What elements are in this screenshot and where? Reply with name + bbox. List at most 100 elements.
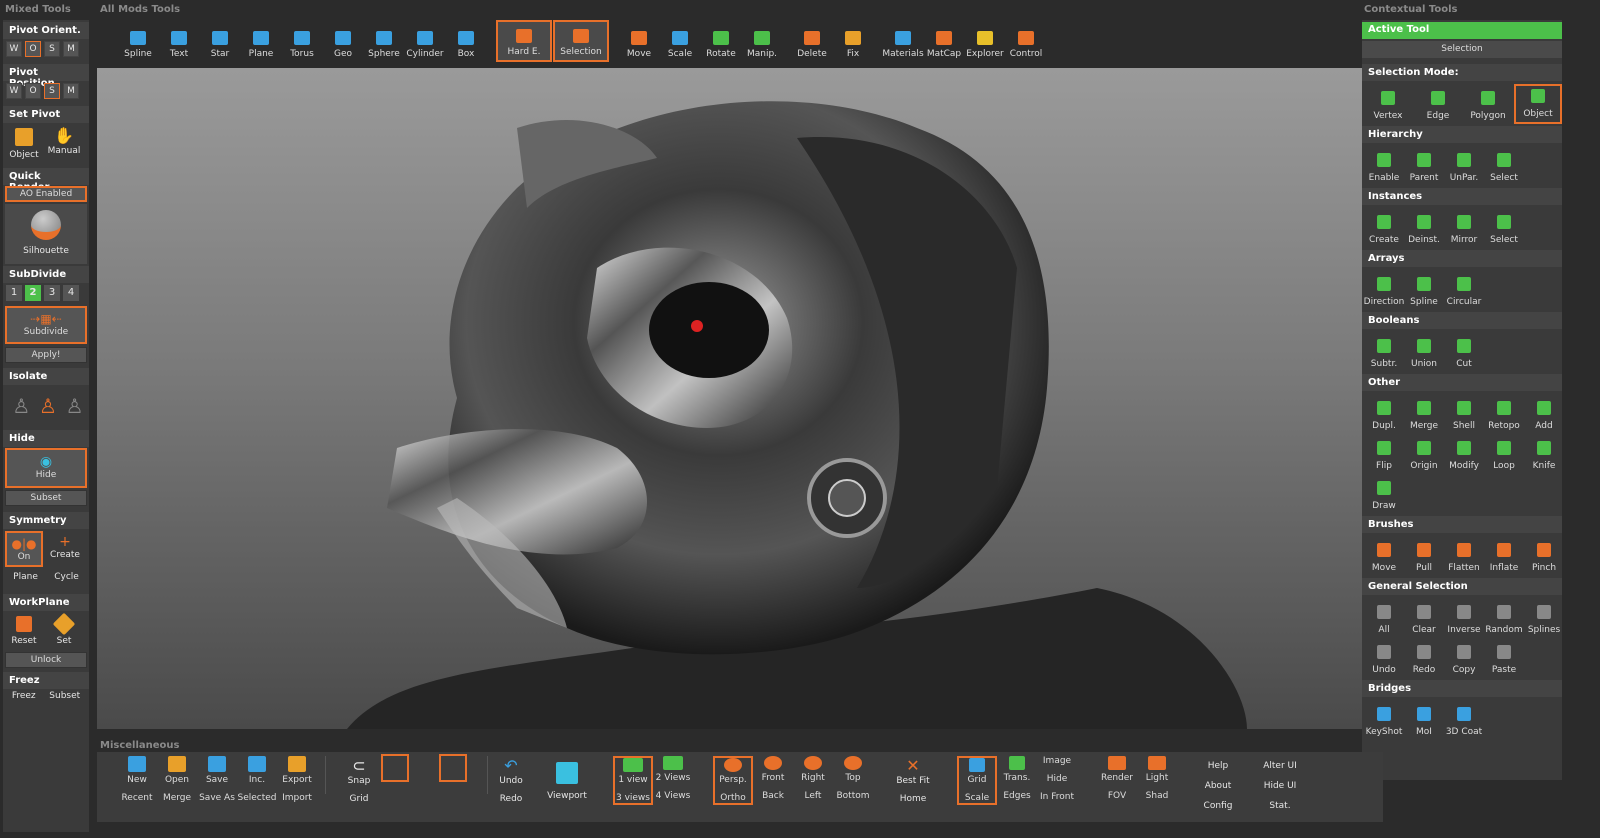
bridges-moi-button[interactable]: MoI	[1404, 700, 1444, 740]
other-flip-button[interactable]: Flip	[1364, 434, 1404, 474]
general-selection-paste-button[interactable]: Paste	[1484, 638, 1524, 678]
general-selection-all-button[interactable]: All	[1364, 598, 1404, 638]
pivot-orient-opt-m[interactable]: M	[63, 41, 79, 57]
file-export-button[interactable]: Export Import	[277, 756, 317, 803]
general-selection-clear-button[interactable]: Clear	[1404, 598, 1444, 638]
ao-enabled-toggle[interactable]: AO Enabled	[5, 186, 87, 202]
camera-front-button[interactable]: Front Back	[753, 756, 793, 801]
hard-e-tool-button[interactable]: Hard E.	[496, 20, 552, 62]
display-image-button[interactable]: Image Hide In Front	[1037, 756, 1077, 802]
hide-subset-button[interactable]: Subset	[5, 490, 87, 506]
apply-button[interactable]: Apply!	[5, 347, 87, 363]
render-bottom-button[interactable]: FOV	[1097, 791, 1137, 801]
3d-viewport[interactable]	[97, 68, 1383, 729]
undo-button[interactable]: ↶ Undo Redo	[491, 756, 531, 804]
config-button[interactable]: Config	[1197, 796, 1239, 816]
subdivide-level-2[interactable]: 2	[25, 285, 41, 301]
plane-tool-button[interactable]: Plane	[241, 20, 281, 62]
stat-button[interactable]: Stat.	[1257, 796, 1303, 816]
sphere-tool-button[interactable]: Sphere	[364, 20, 404, 62]
view-bottom-button[interactable]: 3 views	[615, 793, 651, 803]
instances-create-button[interactable]: Create	[1364, 208, 1404, 248]
display-bottom-button[interactable]: Scale	[959, 793, 995, 803]
pivot-position-opt-s[interactable]: S	[44, 83, 60, 99]
selection-mode-object-button[interactable]: Object	[1514, 84, 1562, 124]
file-open-button[interactable]: Open Merge	[157, 756, 197, 803]
snap-button[interactable]: ⊂ Snap Grid	[337, 756, 381, 814]
brushes-pinch-button[interactable]: Pinch	[1524, 536, 1564, 576]
display-trans-button[interactable]: Trans. Edges	[997, 756, 1037, 801]
display-grid-button[interactable]: Grid Scale	[957, 756, 997, 805]
help-button[interactable]: Help	[1197, 756, 1239, 776]
rotate-tool-button[interactable]: Rotate	[701, 20, 741, 62]
general-selection-inverse-button[interactable]: Inverse	[1444, 598, 1484, 638]
instances-mirror-button[interactable]: Mirror	[1444, 208, 1484, 248]
brushes-move-button[interactable]: Move	[1364, 536, 1404, 576]
subdivide-level-3[interactable]: 3	[44, 285, 60, 301]
file-import-button[interactable]: Import	[277, 793, 317, 803]
other-origin-button[interactable]: Origin	[1404, 434, 1444, 474]
cylinder-tool-button[interactable]: Cylinder	[405, 20, 445, 62]
camera-right-button[interactable]: Right Left	[793, 756, 833, 801]
camera-bottom-button[interactable]: Back	[753, 791, 793, 801]
subdivide-level-4[interactable]: 4	[63, 285, 79, 301]
alter-ui-button[interactable]: Alter UI	[1257, 756, 1303, 776]
freez-button[interactable]: Freez	[12, 691, 36, 701]
explorer-tool-button[interactable]: Explorer	[965, 20, 1005, 62]
file-new-button[interactable]: New Recent	[117, 756, 157, 803]
other-retopo-button[interactable]: Retopo	[1484, 394, 1524, 434]
other-knife-button[interactable]: Knife	[1524, 434, 1564, 474]
general-selection-redo-button[interactable]: Redo	[1404, 638, 1444, 678]
selection-mode-vertex-button[interactable]: Vertex	[1364, 84, 1412, 124]
pivot-orient-opt-o[interactable]: O	[25, 41, 41, 57]
best-fit-button[interactable]: ✕ Best Fit Home	[893, 756, 933, 804]
brushes-flatten-button[interactable]: Flatten	[1444, 536, 1484, 576]
file-selected-button[interactable]: Selected	[237, 793, 277, 803]
other-draw-button[interactable]: Draw	[1364, 474, 1404, 514]
hide-button[interactable]: ◉ Hide	[5, 448, 87, 488]
selection-mode-polygon-button[interactable]: Polygon	[1464, 84, 1512, 124]
subdivide-button[interactable]: ⇢▦⇠ Subdivide	[5, 306, 87, 344]
freez-subset-button[interactable]: Subset	[49, 691, 80, 701]
bridges-3d-coat-button[interactable]: 3D Coat	[1444, 700, 1484, 740]
redo-button[interactable]: Redo	[491, 794, 531, 804]
pivot-orient-opt-w[interactable]: W	[6, 41, 22, 57]
camera-bottom-button[interactable]: Bottom	[833, 791, 873, 801]
pivot-manual-button[interactable]: ✋ Manual	[46, 126, 82, 162]
arrays-direction-button[interactable]: Direction	[1364, 270, 1404, 310]
camera-top-button[interactable]: Top Bottom	[833, 756, 873, 801]
snap-face-toggle[interactable]	[439, 754, 467, 782]
render-light-button[interactable]: Light Shad	[1137, 756, 1177, 801]
hierarchy-enable-button[interactable]: Enable	[1364, 146, 1404, 186]
bridges-keyshot-button[interactable]: KeyShot	[1364, 700, 1404, 740]
render-render-button[interactable]: Render FOV	[1097, 756, 1137, 801]
snap-vertex-toggle[interactable]	[381, 754, 409, 782]
file-save-button[interactable]: Save Save As	[197, 756, 237, 803]
hide-ui-button[interactable]: Hide UI	[1257, 776, 1303, 796]
general-selection-undo-button[interactable]: Undo	[1364, 638, 1404, 678]
other-modify-button[interactable]: Modify	[1444, 434, 1484, 474]
home-button[interactable]: Home	[893, 794, 933, 804]
file-recent-button[interactable]: Recent	[117, 793, 157, 803]
file-merge-button[interactable]: Merge	[157, 793, 197, 803]
manip-tool-button[interactable]: Manip.	[742, 20, 782, 62]
instances-deinst-button[interactable]: Deinst.	[1404, 208, 1444, 248]
selection-mode-edge-button[interactable]: Edge	[1414, 84, 1462, 124]
pivot-position-opt-w[interactable]: W	[6, 83, 22, 99]
delete-tool-button[interactable]: Delete	[792, 20, 832, 62]
spline-tool-button[interactable]: Spline	[118, 20, 158, 62]
viewport-button[interactable]: Viewport	[547, 762, 587, 801]
symmetry-create-button[interactable]: + Create	[46, 531, 84, 567]
isolate-person-icon[interactable]: ♙	[39, 394, 57, 418]
view-layout-2-button[interactable]: 2 Views 4 Views	[653, 756, 693, 801]
brushes-pull-button[interactable]: Pull	[1404, 536, 1444, 576]
matcap-tool-button[interactable]: MatCap	[924, 20, 964, 62]
snap-edge-toggle[interactable]	[411, 754, 439, 782]
workplane-set-button[interactable]: Set	[46, 612, 82, 650]
display-hide-button[interactable]: Hide	[1037, 774, 1077, 784]
scale-tool-button[interactable]: Scale	[660, 20, 700, 62]
snap-grid-button[interactable]: Grid	[337, 794, 381, 804]
workplane-reset-button[interactable]: Reset	[6, 614, 42, 650]
isolate-right-icon[interactable]: ♙	[66, 394, 84, 418]
text-tool-button[interactable]: Text	[159, 20, 199, 62]
